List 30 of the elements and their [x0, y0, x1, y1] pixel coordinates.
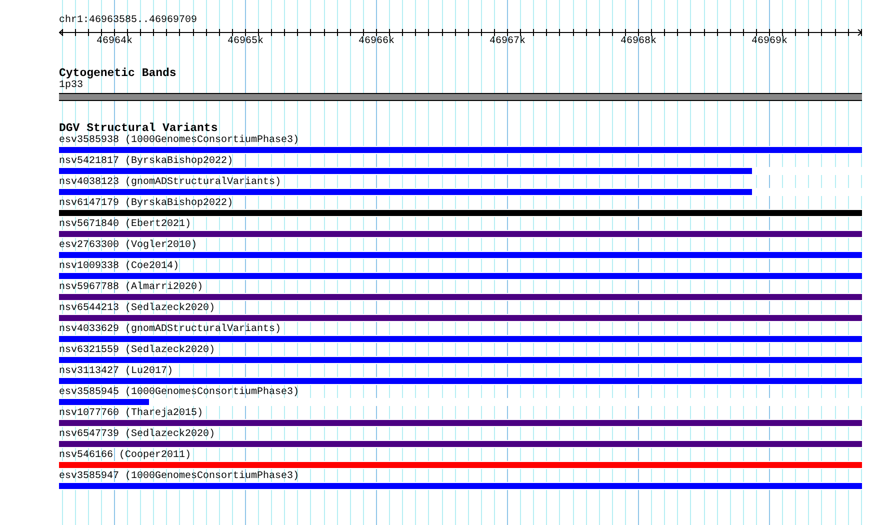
- variant-bar[interactable]: [59, 399, 149, 405]
- variant-label: esv3585947 (1000GenomesConsortiumPhase3): [59, 471, 300, 482]
- variant-label: nsv3113427 (Lu2017): [59, 366, 174, 377]
- variant-label: nsv1077760 (Thareja2015): [59, 408, 204, 419]
- variant-label: nsv546166 (Cooper2011): [59, 450, 192, 461]
- ruler-label: 46967k: [490, 36, 526, 47]
- variant-bar[interactable]: [59, 189, 752, 195]
- ruler-label: 46969k: [752, 36, 788, 47]
- variant-label: nsv6321559 (Sedlazeck2020): [59, 345, 216, 356]
- variant-label: nsv4038123 (gnomADStructuralVariants): [59, 177, 282, 188]
- track-title: Cytogenetic Bands: [59, 68, 176, 80]
- ruler-label: 46965k: [228, 36, 264, 47]
- variant-label: nsv5671840 (Ebert2021): [59, 219, 192, 230]
- variant-label: nsv4033629 (gnomADStructuralVariants): [59, 324, 282, 335]
- variant-label: nsv6147179 (ByrskaBishop2022): [59, 198, 234, 209]
- variant-bar[interactable]: [59, 168, 752, 174]
- variant-label: nsv5967788 (Almarri2020): [59, 282, 204, 293]
- variant-label: nsv6544213 (Sedlazeck2020): [59, 303, 216, 314]
- chromosome-range: chr1:46963585..46969709: [59, 15, 198, 27]
- ruler-label: 46964k: [96, 36, 132, 47]
- ruler-label: 46966k: [358, 36, 394, 47]
- band-label: 1p33: [59, 80, 84, 92]
- ruler-label: 46968k: [620, 36, 656, 47]
- variant-label: nsv6547739 (Sedlazeck2020): [59, 429, 216, 440]
- variant-label: esv3585938 (1000GenomesConsortiumPhase3): [59, 135, 300, 146]
- variant-label: nsv5421817 (ByrskaBishop2022): [59, 156, 234, 167]
- variant-label: esv2763300 (Vogler2010): [59, 240, 198, 251]
- variant-label: esv3585945 (1000GenomesConsortiumPhase3): [59, 387, 300, 398]
- variant-label: nsv1009338 (Coe2014): [59, 261, 180, 272]
- track-title: DGV Structural Variants: [59, 123, 218, 135]
